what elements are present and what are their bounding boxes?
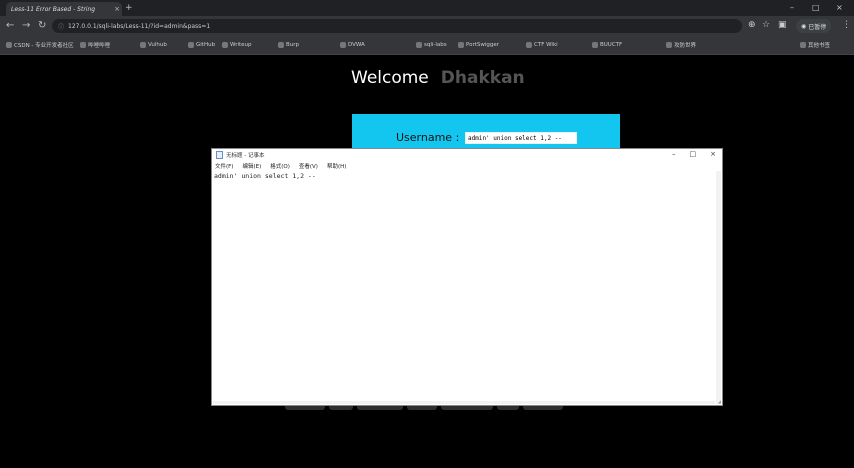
notepad-text-area[interactable]: admin' union select 1,2 -- (214, 172, 714, 402)
bookmark-favicon-icon (278, 42, 284, 48)
bookmark-favicon-icon (458, 42, 464, 48)
new-tab-button[interactable]: + (125, 3, 133, 13)
extensions-icon[interactable]: ▣ (778, 20, 787, 30)
browser-toolbar: ← → ↻ ⓘ 127.0.0.1/sqli-labs/Less-11/?id=… (0, 16, 854, 36)
bookmark-favicon-icon (340, 42, 346, 48)
bookmark-label: BUUCTF (600, 42, 623, 48)
menu-edit[interactable]: 编辑(E) (242, 162, 261, 170)
bookmark-label: PortSwigger (466, 42, 500, 48)
bookmark-label: Writeup (230, 42, 252, 48)
bookmark-favicon-icon (666, 42, 672, 48)
bookmark-item[interactable]: Vulhub (140, 39, 167, 51)
bookmark-favicon-icon (222, 42, 228, 48)
notepad-titlebar[interactable]: 无标题 - 记事本 (212, 149, 722, 161)
menu-help[interactable]: 帮助(H) (327, 162, 346, 170)
tab-title: Less-11 Error Based - String (11, 5, 96, 13)
bookmark-item[interactable]: 其他书签 (800, 39, 830, 51)
bookmark-item[interactable]: DVWA (340, 39, 365, 51)
notepad-menubar: 文件(F) 编辑(E) 格式(O) 查看(V) 帮助(H) (215, 162, 346, 170)
bookmark-favicon-icon (6, 42, 12, 48)
bookmark-label: Vulhub (148, 42, 167, 48)
bookmarks-bar: CSDN - 专业开发者社区 哔哩哔哩 Vulhub GitHub Writeup Bur… (0, 36, 854, 55)
bookmark-item[interactable]: Writeup (222, 39, 252, 51)
notepad-maximize-button[interactable]: □ (690, 150, 697, 158)
browser-tab[interactable]: Less-11 Error Based - String × (6, 2, 122, 16)
menu-file[interactable]: 文件(F) (215, 162, 233, 170)
window-close-button[interactable]: × (836, 3, 843, 12)
bookmark-item[interactable]: sqli-labs (416, 39, 447, 51)
bookmark-favicon-icon (80, 42, 86, 48)
bookmark-favicon-icon (416, 42, 422, 48)
bookmark-label: CTF Wiki (534, 42, 558, 48)
address-url: 127.0.0.1/sqli-labs/Less-11/?id=admin&pa… (68, 22, 211, 30)
notepad-minimize-button[interactable]: – (672, 150, 676, 158)
bookmark-item[interactable]: 哔哩哔哩 (80, 39, 110, 51)
profile-label: 已暂停 (808, 23, 827, 31)
notepad-horizontal-scrollbar[interactable] (213, 401, 715, 404)
bookmark-favicon-icon (592, 42, 598, 48)
notepad-window: 无标题 - 记事本 – □ × 文件(F) 编辑(E) 格式(O) 查看(V) … (211, 148, 723, 406)
menu-format[interactable]: 格式(O) (270, 162, 290, 170)
bookmark-label: DVWA (348, 42, 365, 48)
bookmark-item[interactable]: CSDN - 专业开发者社区 (6, 39, 74, 51)
browser-tab-bar: Less-11 Error Based - String × + – □ × (0, 0, 854, 16)
welcome-name: Dhakkan (440, 68, 525, 88)
bookmark-label: sqli-labs (424, 42, 447, 48)
bookmark-item[interactable]: Burp (278, 39, 299, 51)
welcome-heading: Welcome Dhakkan (351, 68, 525, 88)
profile-button[interactable]: ◉ 已暂停 (796, 19, 832, 33)
bookmark-label: 哔哩哔哩 (88, 43, 111, 49)
notepad-title: 无标题 - 记事本 (226, 153, 265, 159)
bookmark-label: 攻防世界 (674, 43, 697, 49)
bookmark-label: Burp (286, 42, 300, 48)
bookmark-item[interactable]: CTF Wiki (526, 39, 558, 51)
bookmark-item[interactable]: 攻防世界 (666, 39, 696, 51)
notepad-app-icon (216, 151, 223, 159)
bookmark-star-icon[interactable]: ☆ (762, 20, 770, 30)
window-minimize-button[interactable]: – (790, 3, 794, 12)
resize-grip-icon[interactable]: ◢ (718, 399, 721, 404)
bookmark-favicon-icon (140, 42, 146, 48)
notepad-window-controls: – □ × (672, 150, 716, 158)
bookmark-favicon-icon (188, 42, 194, 48)
tab-close-icon[interactable]: × (112, 5, 122, 13)
profile-avatar-icon: ◉ (801, 22, 807, 30)
bookmark-item[interactable]: PortSwigger (458, 39, 499, 51)
reload-icon[interactable]: ↻ (38, 20, 46, 31)
notepad-vertical-scrollbar[interactable] (716, 171, 721, 404)
username-input[interactable] (465, 132, 577, 144)
bookmark-favicon-icon (800, 42, 806, 48)
bookmark-item[interactable]: GitHub (188, 39, 215, 51)
address-bar[interactable]: ⓘ 127.0.0.1/sqli-labs/Less-11/?id=admin&… (52, 19, 742, 33)
bookmark-label: CSDN - 专业开发者社区 (14, 43, 74, 49)
window-maximize-button[interactable]: □ (812, 3, 820, 12)
bookmark-favicon-icon (526, 42, 532, 48)
bookmark-label: 其他书签 (808, 43, 831, 49)
site-info-icon[interactable]: ⓘ (58, 22, 64, 31)
notepad-close-button[interactable]: × (710, 150, 716, 158)
menu-kebab-icon[interactable]: ⋮ (842, 20, 851, 30)
bookmark-label: GitHub (196, 42, 216, 48)
back-arrow-icon[interactable]: ← (6, 20, 14, 31)
menu-view[interactable]: 查看(V) (299, 162, 318, 170)
forward-arrow-icon[interactable]: → (22, 20, 30, 31)
welcome-label: Welcome (351, 68, 429, 88)
bookmark-item[interactable]: BUUCTF (592, 39, 622, 51)
zoom-icon[interactable]: ⊕ (748, 20, 756, 30)
username-label: Username : (396, 131, 460, 144)
